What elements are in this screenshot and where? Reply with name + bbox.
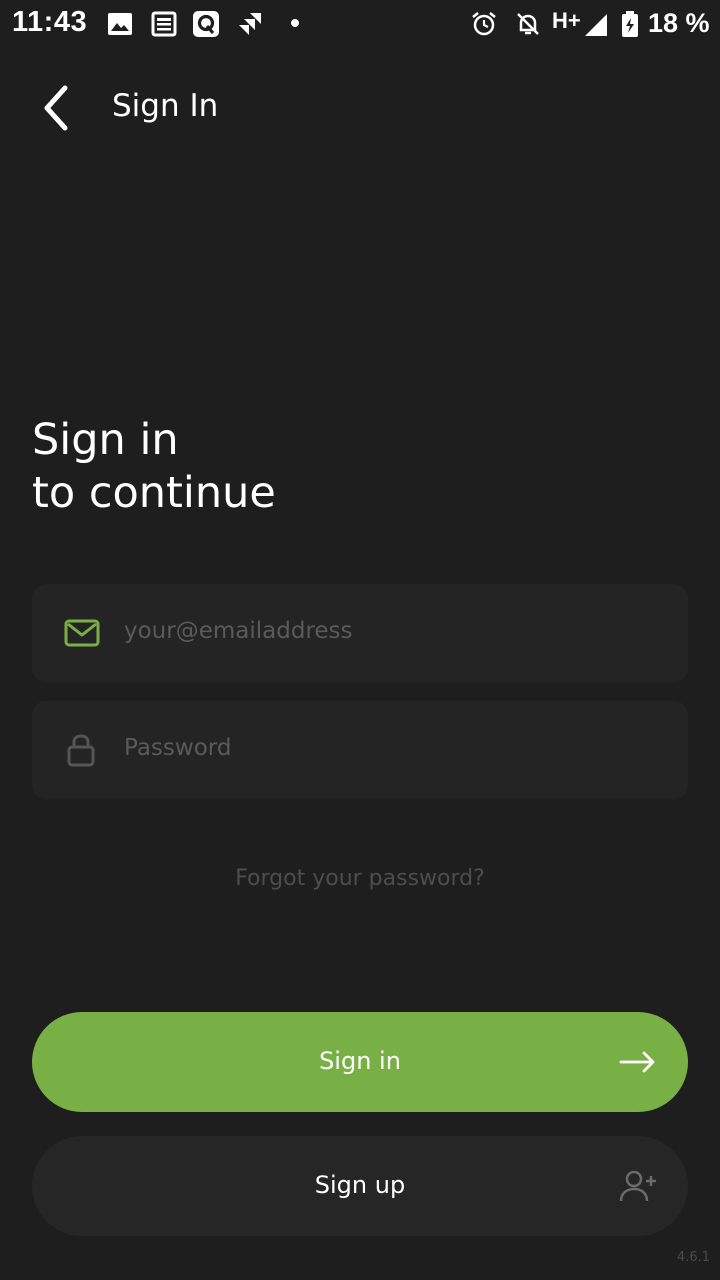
news-icon bbox=[151, 11, 177, 37]
image-icon bbox=[108, 13, 132, 35]
lock-icon bbox=[67, 734, 95, 767]
sign-up-label: Sign up bbox=[314, 1171, 406, 1199]
email-field[interactable]: your@emailaddress bbox=[32, 584, 688, 682]
quora-icon bbox=[193, 11, 219, 37]
signal-icon bbox=[585, 14, 607, 36]
password-placeholder: Password bbox=[124, 735, 232, 761]
network-type: H+ bbox=[552, 8, 581, 33]
chevron-left-icon bbox=[44, 85, 68, 131]
battery-level: 18 % bbox=[648, 8, 710, 38]
sign-in-label: Sign in bbox=[319, 1047, 401, 1075]
heading-line-2: to continue bbox=[32, 468, 276, 518]
notifications-off-icon bbox=[517, 13, 539, 35]
page-title: Sign In bbox=[112, 88, 219, 124]
mail-icon bbox=[64, 619, 100, 647]
alarm-icon bbox=[472, 12, 496, 36]
sign-in-heading: Sign in to continue bbox=[32, 414, 276, 520]
status-time: 11:43 bbox=[12, 6, 88, 38]
dot-icon bbox=[291, 19, 299, 27]
forgot-password-link[interactable]: Forgot your password? bbox=[0, 866, 720, 891]
sign-up-button[interactable]: Sign up bbox=[32, 1136, 688, 1236]
email-placeholder: your@emailaddress bbox=[124, 618, 353, 644]
password-field[interactable]: Password bbox=[32, 701, 688, 799]
battery-charging-icon bbox=[622, 11, 638, 37]
status-bar: 11:43 H+ 18 % bbox=[0, 0, 720, 50]
sign-in-button[interactable]: Sign in bbox=[32, 1012, 688, 1112]
arrow-right-icon bbox=[619, 1051, 655, 1073]
heading-line-1: Sign in bbox=[32, 415, 179, 465]
jira-icon bbox=[239, 13, 261, 35]
add-user-icon bbox=[619, 1170, 656, 1202]
app-version: 4.6.1 bbox=[676, 1250, 710, 1265]
back-button[interactable] bbox=[28, 80, 84, 136]
